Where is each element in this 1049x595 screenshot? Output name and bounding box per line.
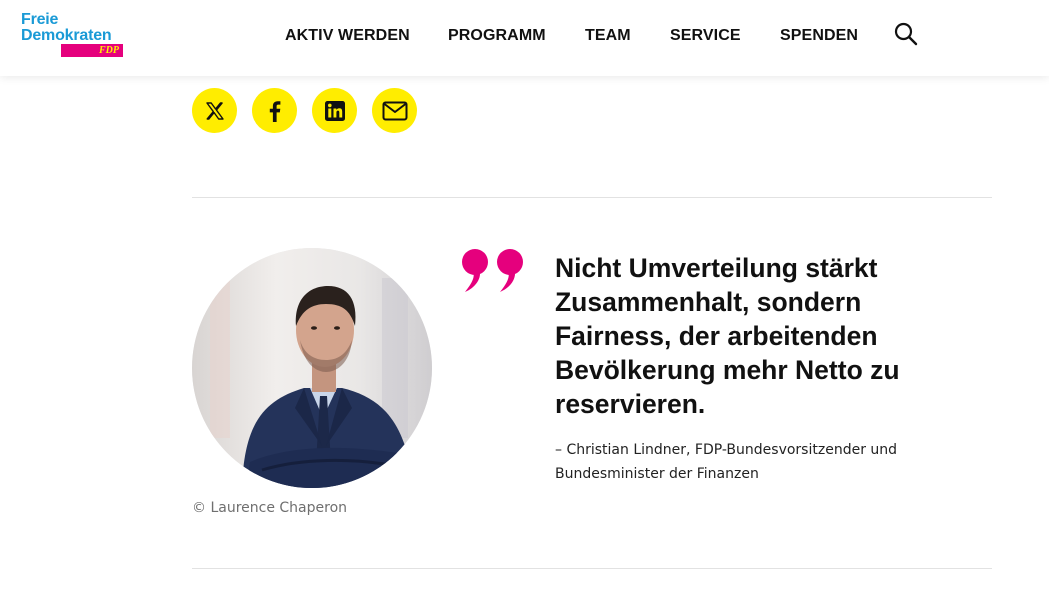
fdp-logo[interactable]: Freie Demokraten FDP (21, 12, 125, 58)
x-twitter-icon (205, 101, 224, 120)
nav-item-programm[interactable]: PROGRAMM (448, 26, 546, 46)
quote-attribution: – Christian Lindner, FDP-Bundesvorsitzen… (555, 442, 898, 482)
share-linkedin-button[interactable] (312, 88, 357, 133)
search-icon (894, 22, 918, 46)
share-x-button[interactable] (192, 88, 237, 133)
image-credit: © Laurence Chaperon (192, 500, 348, 516)
speaker-portrait (192, 248, 432, 488)
site-header: Freie Demokraten FDP AKTIV WERDEN PROGRA… (0, 0, 1049, 76)
logo-text-freie: Freie (21, 11, 59, 28)
nav-item-team[interactable]: TEAM (585, 26, 631, 46)
nav-item-aktiv-werden[interactable]: AKTIV WERDEN (285, 26, 410, 46)
portrait-photo (192, 248, 432, 488)
logo-fdp-badge: FDP (61, 44, 123, 57)
quote-text: Nicht Umverteilung stärkt Zusammenhalt, … (555, 253, 900, 419)
share-email-button[interactable] (372, 88, 417, 133)
section-divider-bottom (192, 568, 992, 569)
nav-item-spenden[interactable]: SPENDEN (780, 26, 858, 46)
section-divider-top (192, 197, 992, 198)
logo-text-demokraten: Demokraten (21, 27, 112, 44)
mail-icon (382, 101, 407, 120)
facebook-icon (269, 100, 280, 122)
share-facebook-button[interactable] (252, 88, 297, 133)
search-button[interactable] (893, 21, 919, 47)
linkedin-icon (324, 100, 345, 121)
quote-mark-icon (462, 249, 523, 292)
nav-item-service[interactable]: SERVICE (670, 26, 741, 46)
